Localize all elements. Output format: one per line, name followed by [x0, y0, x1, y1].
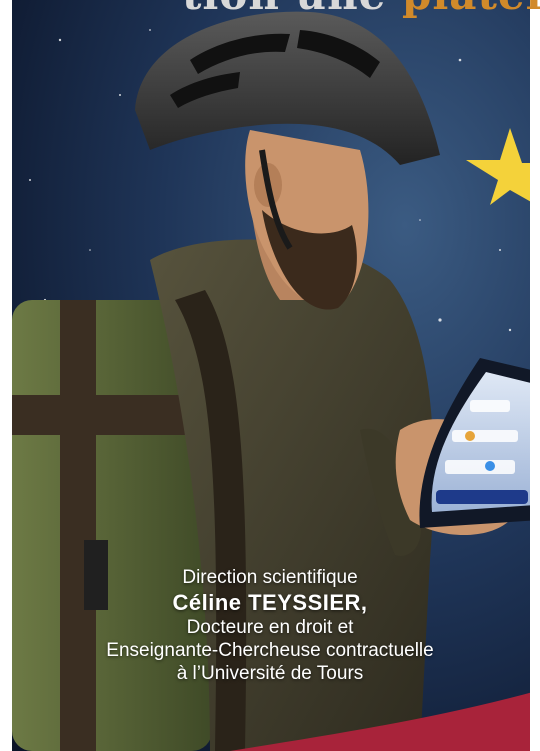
- author-affiliation: à l’Université de Tours: [176, 663, 364, 684]
- title-fragment-prefix: tion une: [182, 0, 402, 19]
- role-label: Direction scientifique: [182, 567, 358, 588]
- author-position: Enseignante-Chercheuse contractuelle: [106, 640, 434, 661]
- cover-title-fragment: tion une plateforme: [182, 0, 540, 19]
- author-degree: Docteure en droit et: [186, 617, 354, 638]
- book-cover: tion une plateforme Direction scientifiq…: [0, 0, 540, 751]
- author-name: Céline TEYSSIER,: [172, 590, 368, 615]
- title-fragment-highlight: plateforme: [402, 0, 540, 19]
- author-credits: Direction scientifique Céline TEYSSIER, …: [0, 566, 540, 685]
